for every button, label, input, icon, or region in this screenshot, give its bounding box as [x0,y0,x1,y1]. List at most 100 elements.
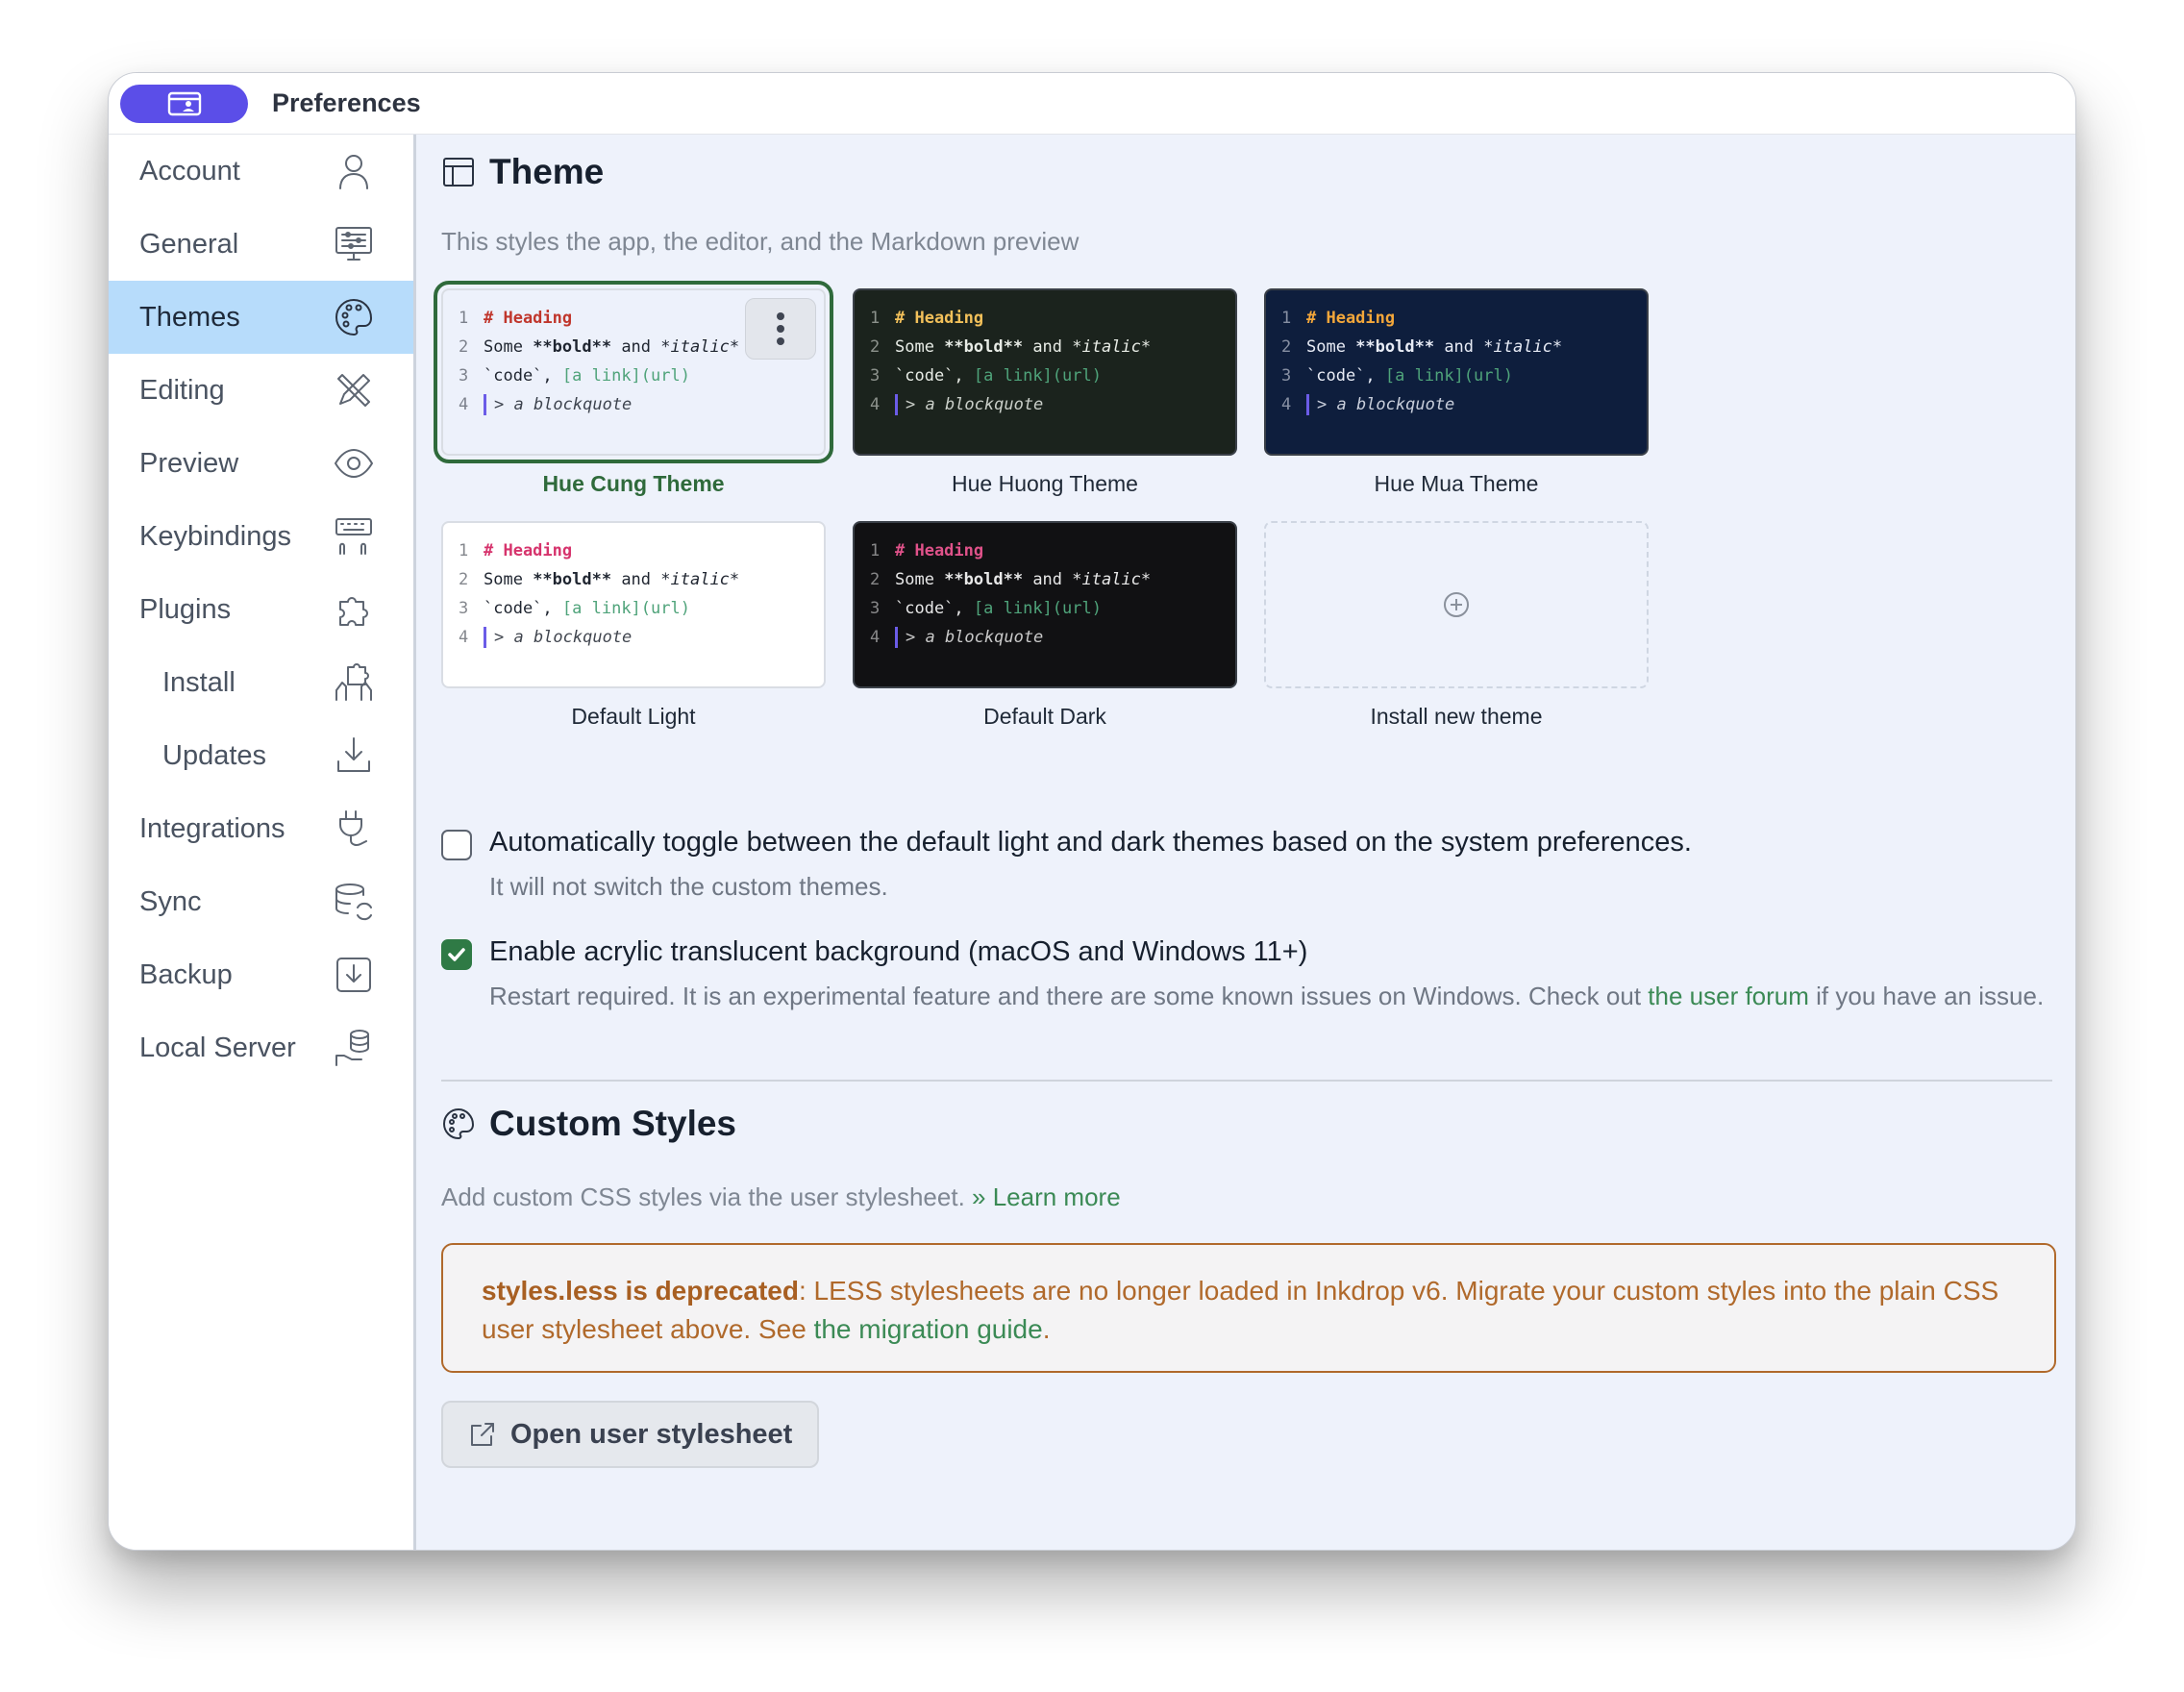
open-user-stylesheet-button[interactable]: Open user stylesheet [441,1401,820,1468]
preview-text: , [542,366,562,386]
more-options-button[interactable] [745,298,816,360]
sidebar-item-label: Keybindings [139,520,291,552]
monitor-sliders-icon [335,227,372,261]
theme-preview[interactable]: 1 # Heading 2 Some **bold** and *italic* 3 `c… [441,521,826,688]
warning-end: . [1042,1314,1051,1344]
theme-card[interactable]: 1 # Heading 2 Some **bold** and *italic* 3 `c… [441,521,826,730]
line-number: 3 [1281,366,1292,386]
preview-text: , [954,366,974,386]
sidebar-item-keybindings[interactable]: Keybindings [109,500,413,573]
theme-preview[interactable]: 1 # Heading 2 Some **bold** and *italic* 3 `c… [853,521,1237,688]
line-number: 4 [870,628,881,647]
line-number: 2 [870,337,881,357]
preview-text: , [1365,366,1385,386]
palette-icon [335,299,372,336]
sidebar-item-install[interactable]: Install [109,646,413,719]
sidebar-item-themes[interactable]: Themes [109,281,413,354]
preview-code: `code` [895,366,955,386]
user-icon [339,155,368,189]
preview-heading: # Heading [895,541,984,560]
theme-card[interactable]: 1 # Heading 2 Some **bold** and *italic* 3 `c… [853,288,1237,497]
sidebar-item-integrations[interactable]: Integrations [109,792,413,865]
window-title: Preferences [272,88,421,117]
open-user-stylesheet-label: Open user stylesheet [510,1418,793,1450]
auto-toggle-checkbox[interactable] [441,830,472,860]
sidebar-item-plugins[interactable]: Plugins [109,573,413,646]
line-number: 4 [459,395,469,414]
sidebar-item-preview[interactable]: Preview [109,427,413,500]
sidebar-item-account[interactable]: Account [109,135,413,208]
preview-italic: *italic* [1072,337,1152,357]
preview-text: Some [484,337,534,357]
backup-icon [336,958,371,992]
sidebar-item-sync[interactable]: Sync [109,865,413,938]
deprecation-warning: styles.less is deprecated: LESS styleshe… [441,1243,2056,1373]
preview-text: and [1434,337,1484,357]
auto-toggle-label: Automatically toggle between the default… [489,827,1692,858]
theme-card[interactable]: 1 # Heading 2 Some **bold** and *italic* 3 `c… [1264,288,1649,497]
install-theme-card[interactable]: Install new theme [1264,521,1649,730]
section-divider [441,1080,2052,1082]
theme-name: Default Dark [983,704,1106,729]
line-number: 1 [870,309,881,328]
sidebar-item-label: Backup [139,958,233,990]
window-user-icon [167,91,201,115]
acrylic-checkbox[interactable] [441,939,472,970]
sidebar-item-local-server[interactable]: Local Server [109,1011,413,1084]
preview-text: and [1023,570,1073,589]
pencil-ruler-icon [337,374,370,407]
sidebar-item-label: Local Server [139,1032,296,1063]
line-number: 1 [870,541,881,560]
theme-section-title: Theme [441,152,604,192]
blockquote-bar [895,394,898,415]
line-number: 2 [459,337,469,357]
acrylic-desc-text: Restart required. It is an experimental … [489,982,1649,1010]
acrylic-desc: Restart required. It is an experimental … [489,980,2044,1012]
download-icon [337,737,370,772]
theme-name: Hue Cung Theme [542,471,725,496]
theme-preview[interactable]: 1 # Heading 2 Some **bold** and *italic* 3 `c… [1264,288,1649,456]
sidebar-item-backup[interactable]: Backup [109,938,413,1011]
custom-styles-title: Custom Styles [441,1104,736,1144]
preview-code: `code` [484,599,543,618]
sidebar-item-label: Plugins [139,593,232,625]
preview-text: and [611,570,661,589]
line-number: 3 [870,366,881,386]
external-link-icon [471,1423,494,1446]
line-number: 3 [459,599,469,618]
preview-italic: *italic* [660,570,740,589]
preview-text: Some [1306,337,1356,357]
install-theme-button[interactable] [1264,521,1649,688]
check-icon [448,948,465,961]
theme-card[interactable]: 1 # Heading 2 Some **bold** and *italic* 3 `c… [434,281,833,497]
hand-puzzle-icon [335,663,372,701]
preview-link: [a link](url) [561,366,690,386]
preview-code: `code` [484,366,543,386]
theme-preview[interactable]: 1 # Heading 2 Some **bold** and *italic* 3 `c… [853,288,1237,456]
line-number: 2 [459,570,469,589]
preview-italic: *italic* [1072,570,1152,589]
blockquote-bar [1306,394,1309,415]
line-number: 3 [459,366,469,386]
user-forum-link[interactable]: the user forum [1648,982,1809,1010]
preview-text: , [954,599,974,618]
sidebar-item-editing[interactable]: Editing [109,354,413,427]
sidebar-item-label: Integrations [139,812,285,844]
sidebar-item-label: Sync [139,885,202,917]
sidebar-item-updates[interactable]: Updates [109,719,413,792]
preview-heading: # Heading [484,309,573,328]
sidebar-item-general[interactable]: General [109,208,413,281]
theme-card[interactable]: 1 # Heading 2 Some **bold** and *italic* 3 `c… [853,521,1237,730]
sidebar-item-label: Updates [162,739,267,771]
learn-more-link[interactable]: » Learn more [972,1182,1121,1211]
preview-blockquote: > a blockquote [494,628,633,647]
app-icon-button[interactable] [120,84,248,123]
theme-description: This styles the app, the editor, and the… [441,227,1080,256]
line-number: 3 [870,599,881,618]
sidebar-item-label: General [139,228,239,260]
custom-styles-desc-text: Add custom CSS styles via the user style… [441,1182,965,1211]
preview-text: , [542,599,562,618]
warning-bold: styles.less is deprecated [482,1276,799,1306]
migration-guide-link[interactable]: the migration guide [814,1314,1043,1344]
sidebar-item-label: Preview [139,447,239,479]
